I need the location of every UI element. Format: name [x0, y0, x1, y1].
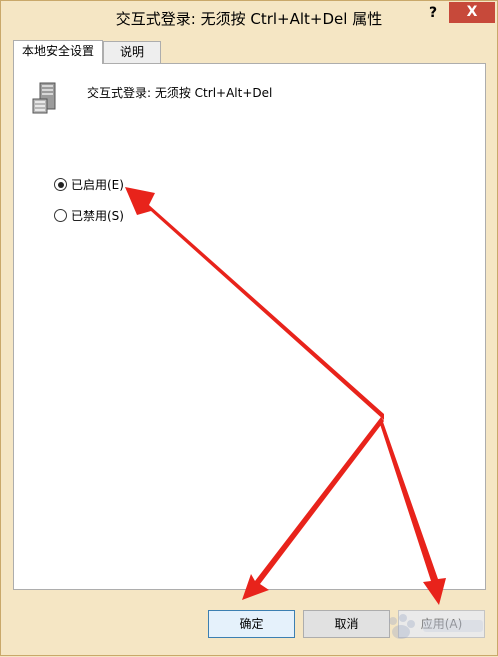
- radio-enabled[interactable]: 已启用(E): [54, 176, 124, 193]
- close-icon: X: [466, 4, 478, 20]
- radio-enabled-indicator[interactable]: [54, 178, 67, 191]
- radio-disabled-label[interactable]: 已禁用(S): [71, 207, 124, 224]
- tab-explain[interactable]: 说明: [103, 41, 161, 63]
- window-title: 交互式登录: 无须按 Ctrl+Alt+Del 属性: [115, 10, 383, 28]
- radio-disabled-indicator[interactable]: [54, 209, 67, 222]
- properties-dialog: 交互式登录: 无须按 Ctrl+Alt+Del 属性 ? X 本地安全设置 说明…: [0, 0, 498, 656]
- title-bar[interactable]: 交互式登录: 无须按 Ctrl+Alt+Del 属性 ? X: [1, 1, 497, 32]
- help-button[interactable]: ?: [419, 3, 447, 23]
- policy-name: 交互式登录: 无须按 Ctrl+Alt+Del: [87, 86, 273, 100]
- server-icon: [32, 82, 56, 114]
- cancel-button[interactable]: 取消: [303, 610, 390, 638]
- tab-local-security-setting[interactable]: 本地安全设置: [13, 40, 103, 64]
- ok-button[interactable]: 确定: [208, 610, 295, 638]
- settings-panel: 交互式登录: 无须按 Ctrl+Alt+Del 已启用(E) 已禁用(S): [13, 63, 486, 590]
- close-button[interactable]: X: [449, 2, 495, 23]
- baidu-watermark-icon: [389, 614, 483, 639]
- radio-enabled-label[interactable]: 已启用(E): [71, 176, 124, 193]
- radio-disabled[interactable]: 已禁用(S): [54, 207, 124, 224]
